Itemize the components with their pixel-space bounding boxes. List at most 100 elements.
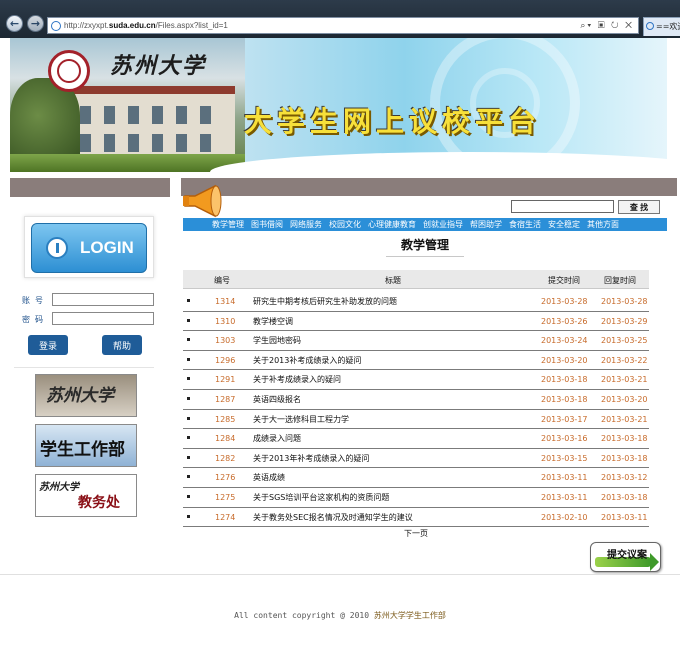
browser-tab[interactable]: ==欢迎 <box>643 17 680 36</box>
next-page-link[interactable]: 下一页 <box>404 528 428 539</box>
academic-affairs-link[interactable]: 苏州大学 教务处 <box>35 474 137 517</box>
forward-button[interactable]: → <box>27 15 44 32</box>
row-submit-time: 2013-03-18 <box>541 375 588 385</box>
table-row: 1276 英语成绩 2013-03-11 2013-03-12 <box>183 468 649 488</box>
university-link[interactable]: 苏州大学 <box>35 374 137 417</box>
megaphone-icon <box>183 184 222 218</box>
row-reply-time: 2013-03-21 <box>601 414 648 424</box>
student-affairs-link-label: 学生工作部 <box>40 440 125 460</box>
search-input[interactable] <box>511 200 614 213</box>
nav-item[interactable]: 网络服务 <box>290 218 322 231</box>
bullet-icon <box>187 495 190 498</box>
row-submit-time: 2013-03-11 <box>541 493 588 502</box>
row-submit-time: 2013-03-17 <box>541 414 588 424</box>
login-banner-label: LOGIN <box>80 238 134 257</box>
nav-item[interactable]: 教学管理 <box>212 218 244 231</box>
row-title-link[interactable]: 研究生中期考核后研究生补助发放的问题 <box>253 296 397 307</box>
row-reply-time: 2013-03-12 <box>601 473 648 483</box>
row-reply-time: 2013-03-18 <box>601 434 648 444</box>
site-banner: 苏州大学 大学生网上议校平台 <box>10 38 667 172</box>
row-title-link[interactable]: 学生园地密码 <box>253 335 301 346</box>
category-nav: 教学管理 图书借阅 网络服务 校园文化 心理健康教育 创就业指导 帮困助学 食宿生活 安全稳定其… <box>183 218 667 231</box>
row-submit-time: 2013-03-24 <box>541 336 588 346</box>
row-number: 1303 <box>215 336 236 346</box>
table-row: 1314 研究生中期考核后研究生补助发放的问题 2013-03-28 2013-03-… <box>183 292 649 312</box>
table-row: 1284 成绩录入问题 2013-03-16 2013-03-18 <box>183 429 649 449</box>
address-tools-icon[interactable]: ⌕▾ ▣ ↻ ✕ <box>580 18 634 33</box>
bullet-icon <box>187 436 190 440</box>
back-button[interactable]: ← <box>6 15 23 32</box>
left-header-bar <box>10 178 170 197</box>
account-label: 账号 <box>22 296 48 305</box>
login-button[interactable]: 登录 <box>28 335 68 355</box>
bullet-icon <box>187 455 190 459</box>
login-banner-button[interactable]: LOGIN <box>31 223 147 273</box>
row-reply-time: 2013-03-28 <box>601 297 648 306</box>
campus-lawn <box>10 154 245 172</box>
power-icon <box>46 237 68 259</box>
submit-suggestion-label: 提交议案 <box>607 550 647 561</box>
url-prefix: http://zxyxpt. <box>64 21 109 30</box>
university-name: 苏州大学 <box>110 53 207 79</box>
academic-affairs-logo: 苏州大学 <box>39 482 79 493</box>
row-title-link[interactable]: 教学楼空调 <box>253 316 293 327</box>
nav-item[interactable]: 图书借阅 <box>251 218 283 231</box>
table-row: 1285 关于大一选修科目工程力学 2013-03-17 2013-03-21 <box>183 410 649 430</box>
row-title-link[interactable]: 关于2013补考成绩录入的疑问 <box>253 355 361 366</box>
row-title-link[interactable]: 关于SGS培训平台这家机构的资质问题 <box>253 492 389 503</box>
nav-item[interactable]: 安全稳定 <box>548 218 580 231</box>
row-title-link[interactable]: 关于补考成绩录入的疑问 <box>253 374 341 385</box>
footer-copyright: All content copyright @ 2010 <box>234 611 370 620</box>
student-affairs-link[interactable]: 学生工作部 <box>35 424 137 467</box>
banner-swoosh <box>210 152 667 172</box>
help-button[interactable]: 帮助 <box>102 335 142 355</box>
row-number: 1274 <box>215 512 236 522</box>
row-title-link[interactable]: 关于大一选修科目工程力学 <box>253 414 349 425</box>
row-number: 1287 <box>215 395 236 404</box>
nav-item[interactable]: 心理健康教育 <box>368 218 416 231</box>
row-submit-time: 2013-03-26 <box>541 316 588 326</box>
row-submit-time: 2013-03-16 <box>541 434 588 444</box>
nav-item[interactable]: 其他方面 <box>587 218 619 231</box>
nav-item[interactable]: 创就业指导 <box>423 218 463 231</box>
nav-item[interactable]: 食宿生活 <box>509 218 541 231</box>
bullet-icon <box>187 357 190 361</box>
submit-suggestion-button[interactable]: 提交议案 <box>590 542 661 572</box>
row-number: 1285 <box>215 414 236 424</box>
table-row: 1274 关于教务处SEC报名情况及时通知学生的建议 2013-02-10 2013-… <box>183 508 649 528</box>
row-title-link[interactable]: 成绩录入问题 <box>253 433 301 444</box>
nav-item[interactable]: 校园文化 <box>329 218 361 231</box>
table-row: 1296 关于2013补考成绩录入的疑问 2013-03-20 2013-03-22 <box>183 351 649 371</box>
row-title-link[interactable]: 关于教务处SEC报名情况及时通知学生的建议 <box>253 512 413 523</box>
row-title-link[interactable]: 英语成绩 <box>253 472 285 483</box>
bullet-icon <box>187 416 190 420</box>
address-bar[interactable]: http://zxyxpt.suda.edu.cn/Files.aspx?lis… <box>47 17 639 34</box>
row-title-link[interactable]: 关于2013年补考成绩录入的疑问 <box>253 453 369 464</box>
row-reply-time: 2013-03-29 <box>601 316 648 326</box>
tab-title: ==欢迎 <box>656 22 680 31</box>
platform-title: 大学生网上议校平台 <box>244 105 542 138</box>
row-title-link[interactable]: 英语四级报名 <box>253 394 301 405</box>
title-underline <box>386 256 464 257</box>
nav-item[interactable]: 帮困助学 <box>470 218 502 231</box>
password-label: 密码 <box>22 315 48 324</box>
url-suffix: /Files.aspx?list_id=1 <box>155 21 228 30</box>
account-input[interactable] <box>52 293 154 306</box>
campus-photo: 苏州大学 <box>10 38 245 172</box>
campus-building <box>70 86 235 154</box>
row-submit-time: 2013-03-20 <box>541 355 588 365</box>
row-reply-time: 2013-03-18 <box>601 453 648 463</box>
table-header: 编号 标题 提交时间 回复时间 <box>183 270 649 289</box>
table-row: 1282 关于2013年补考成绩录入的疑问 2013-03-15 2013-03-18 <box>183 449 649 469</box>
row-number: 1291 <box>215 375 236 385</box>
header-title: 标题 <box>385 276 401 285</box>
university-link-label: 苏州大学 <box>46 386 114 406</box>
table-row: 1310 教学楼空调 2013-03-26 2013-03-29 <box>183 312 649 332</box>
table-row: 1287 英语四级报名 2013-03-18 2013-03-20 <box>183 390 649 410</box>
bullet-icon <box>187 475 190 479</box>
password-input[interactable] <box>52 312 154 325</box>
row-submit-time: 2013-03-28 <box>541 297 588 306</box>
search-button[interactable]: 查 找 <box>618 200 660 214</box>
row-reply-time: 2013-03-22 <box>601 355 648 365</box>
row-number: 1314 <box>215 297 236 306</box>
